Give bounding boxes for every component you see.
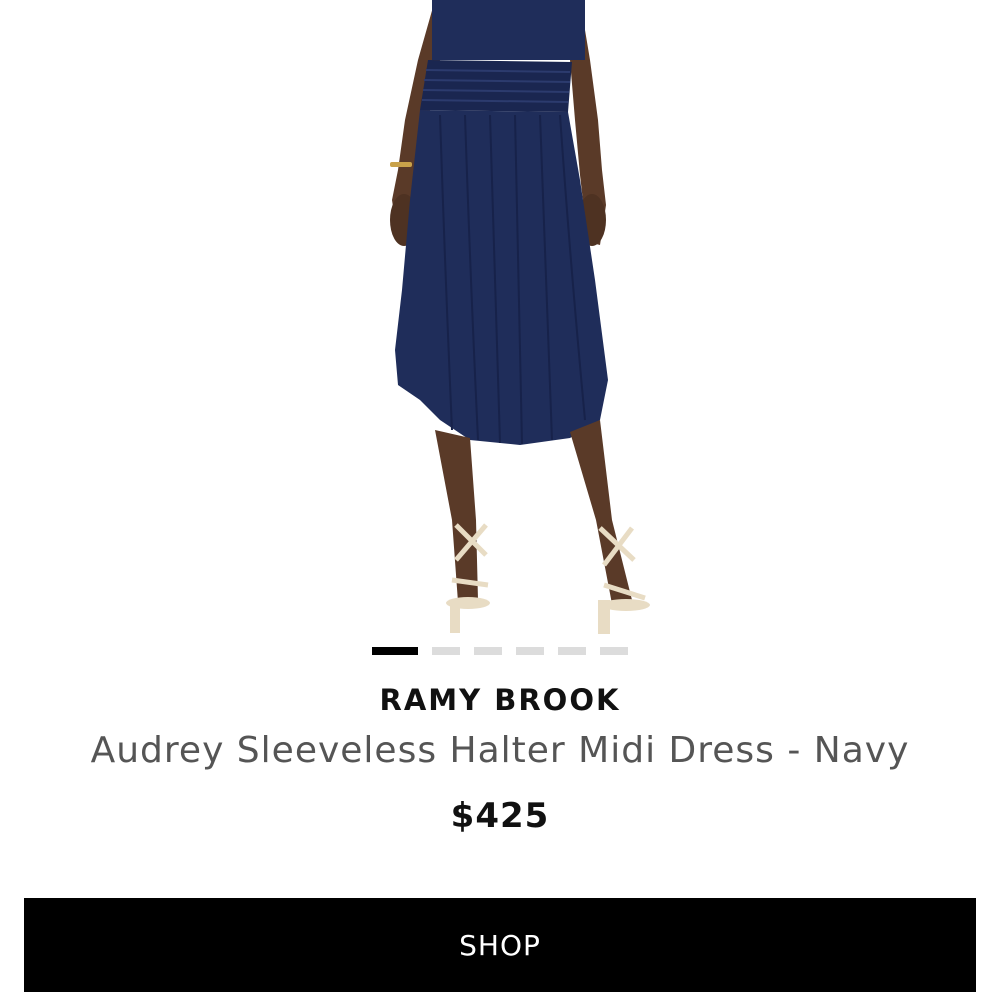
right-leg <box>570 420 632 604</box>
carousel-dot-5[interactable] <box>558 647 586 655</box>
dress-skirt <box>395 110 608 445</box>
carousel-dot-2[interactable] <box>432 647 460 655</box>
carousel-dot-6[interactable] <box>600 647 628 655</box>
carousel-dot-1[interactable] <box>372 647 418 655</box>
product-price: $425 <box>450 796 550 836</box>
product-photo <box>390 0 650 634</box>
carousel-dot-3[interactable] <box>474 647 502 655</box>
brand-name: RAMY BROOK <box>379 683 621 717</box>
shop-button[interactable]: SHOP <box>24 898 976 992</box>
bracelet <box>390 162 412 167</box>
dress-bodice <box>432 0 585 60</box>
dress-waist <box>420 60 572 112</box>
carousel-indicator <box>0 647 1000 655</box>
product-image[interactable] <box>0 0 1000 640</box>
product-title[interactable]: Audrey Sleeveless Halter Midi Dress - Na… <box>0 730 1000 771</box>
left-leg <box>435 430 478 602</box>
carousel-dot-4[interactable] <box>516 647 544 655</box>
